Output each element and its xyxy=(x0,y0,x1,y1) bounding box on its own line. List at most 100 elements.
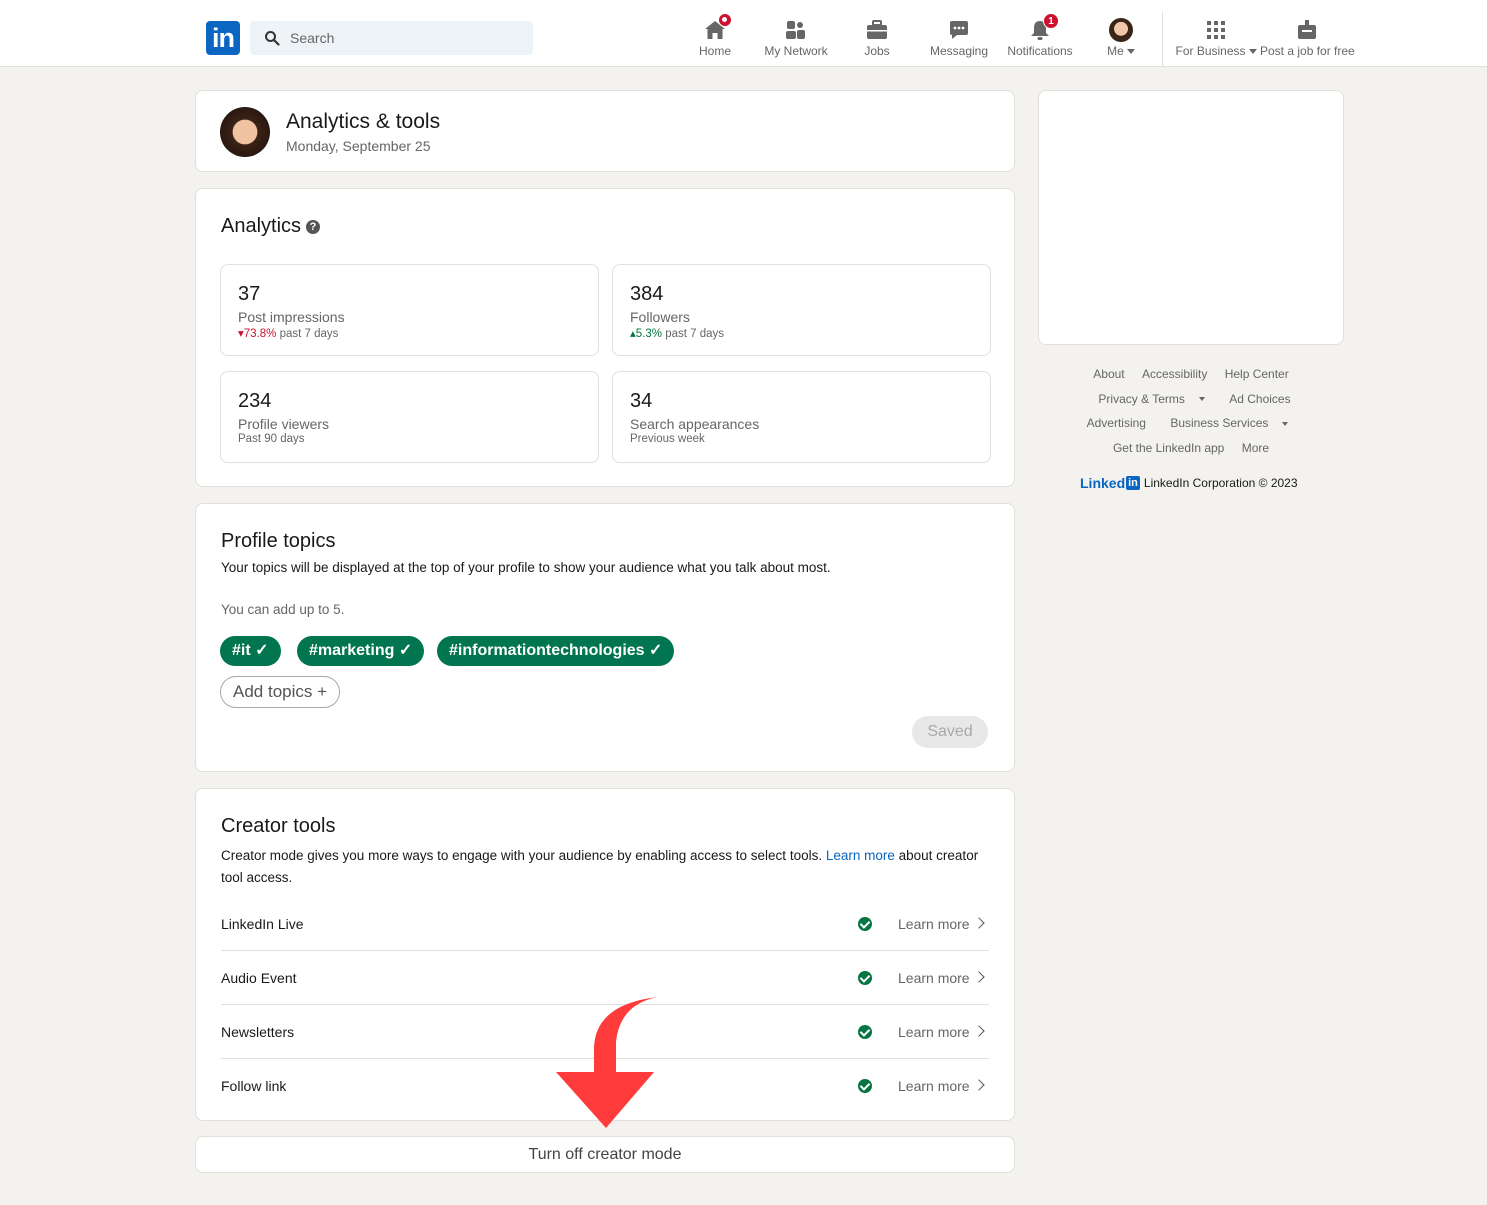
footer-row: Get the LinkedIn app More xyxy=(1038,436,1344,461)
footer-link-help-center[interactable]: Help Center xyxy=(1225,367,1289,381)
stat-trend: ▴5.3% past 7 days xyxy=(630,326,973,340)
tool-name: Newsletters xyxy=(221,1023,295,1040)
chevron-right-icon[interactable] xyxy=(973,916,985,929)
help-icon[interactable]: ? xyxy=(306,219,321,234)
network-icon xyxy=(784,18,808,42)
turn-off-creator-mode-button[interactable]: Turn off creator mode xyxy=(529,1146,682,1164)
stat-value: 34 xyxy=(630,390,653,412)
chevron-right-icon[interactable] xyxy=(973,970,985,983)
saved-button[interactable]: Saved xyxy=(912,716,988,748)
analytics-title: Analytics? xyxy=(221,215,321,238)
nav-my-network[interactable]: My Network xyxy=(756,14,836,62)
stat-period: Past 90 days xyxy=(238,433,305,445)
creator-title: Creator tools xyxy=(221,815,336,837)
learn-more-link[interactable]: Learn more xyxy=(898,970,970,986)
chevron-right-icon[interactable] xyxy=(973,1079,985,1091)
footer-row: About Accessibility Help Center xyxy=(1038,362,1344,387)
check-circle-icon xyxy=(858,1079,872,1093)
messaging-icon xyxy=(947,18,971,42)
footer-link-about[interactable]: About xyxy=(1093,367,1124,381)
nav-jobs[interactable]: Jobs xyxy=(837,14,917,62)
linkedin-logo[interactable]: in xyxy=(206,21,240,55)
grid-icon xyxy=(1204,18,1228,42)
footer-link-accessibility[interactable]: Accessibility xyxy=(1142,367,1207,381)
analytics-card: Analytics? 37 Post impressions ▾73.8% pa… xyxy=(195,188,1015,487)
nav-home[interactable]: Home xyxy=(675,13,755,62)
linkedin-wordmark: Linked in xyxy=(1080,475,1140,491)
avatar xyxy=(1109,18,1133,42)
nav-for-business[interactable]: For Business xyxy=(1173,14,1259,62)
nav-my-network-label: My Network xyxy=(764,44,828,58)
briefcase-icon xyxy=(865,18,889,42)
tool-name: Follow link xyxy=(221,1078,287,1094)
post-job-icon xyxy=(1295,18,1319,42)
topic-pill[interactable]: #informationtechnologies ✓ xyxy=(437,636,675,666)
notifications-badge: 1 xyxy=(1043,13,1059,29)
analytics-header-card: Analytics & tools Monday, September 25 xyxy=(195,90,1015,172)
nav-messaging-label: Messaging xyxy=(929,44,989,58)
search-input[interactable] xyxy=(290,30,520,46)
topics-limit: You can add up to 5. xyxy=(221,602,345,617)
learn-more-link[interactable]: Learn more xyxy=(898,1078,970,1094)
page-date: Monday, September 25 xyxy=(286,138,431,154)
nav-me[interactable]: Me xyxy=(1081,14,1161,62)
profile-topics-card: Profile topics Your topics will be displ… xyxy=(195,503,1015,772)
nav-divider xyxy=(1162,12,1163,66)
stat-followers[interactable]: 384 Followers ▴5.3% past 7 days xyxy=(612,264,991,356)
trend-value: 73.8% xyxy=(243,328,277,340)
trend-value: 5.3% xyxy=(635,328,662,340)
footer-row: Advertising Business Services xyxy=(1038,411,1344,436)
topics-title: Profile topics xyxy=(221,530,336,552)
nav-post-job[interactable]: Post a job for free xyxy=(1260,14,1355,62)
tool-row-linkedin-live[interactable]: LinkedIn Live Learn more xyxy=(221,897,989,951)
footer-brand: Linked in LinkedIn Corporation © 2023 xyxy=(1080,475,1298,491)
topic-pill[interactable]: #marketing ✓ xyxy=(297,636,425,666)
footer-link-advertising[interactable]: Advertising xyxy=(1087,416,1146,430)
stat-label: Search appearances xyxy=(630,416,760,432)
trend-period: past 7 days xyxy=(665,328,725,340)
plus-icon: + xyxy=(317,682,328,701)
topic-pill[interactable]: #it ✓ xyxy=(220,636,281,666)
learn-more-link[interactable]: Learn more xyxy=(826,848,895,863)
check-icon: ✓ xyxy=(398,642,413,659)
stat-label: Profile viewers xyxy=(238,416,330,432)
footer-link-get-app[interactable]: Get the LinkedIn app xyxy=(1113,441,1224,455)
chevron-right-icon[interactable] xyxy=(973,1024,985,1037)
chevron-down-icon xyxy=(1248,49,1257,55)
search-bar[interactable] xyxy=(250,21,533,55)
search-icon xyxy=(265,31,280,46)
check-circle-icon xyxy=(858,916,872,931)
stat-profile-viewers[interactable]: 234 Profile viewers Past 90 days xyxy=(220,371,599,463)
nav-home-label: Home xyxy=(698,44,731,58)
check-circle-icon xyxy=(858,1024,872,1039)
nav-notifications-label: Notifications xyxy=(1007,44,1073,58)
footer-link-ad-choices[interactable]: Ad Choices xyxy=(1229,392,1290,406)
stat-value: 37 xyxy=(238,283,261,305)
nav-messaging[interactable]: Messaging xyxy=(919,14,999,62)
check-icon: ✓ xyxy=(649,642,663,659)
footer-links: About Accessibility Help Center Privacy … xyxy=(1038,362,1344,460)
stat-period: Previous week xyxy=(630,433,705,445)
learn-more-link[interactable]: Learn more xyxy=(898,1024,970,1040)
creator-description: Creator mode gives you more ways to enga… xyxy=(221,848,979,885)
learn-more-link[interactable]: Learn more xyxy=(898,916,970,932)
stat-label: Followers xyxy=(630,309,690,325)
footer-row: Privacy & Terms Ad Choices xyxy=(1038,387,1344,412)
nav-notifications[interactable]: 1 Notifications xyxy=(1000,13,1080,62)
check-icon: ✓ xyxy=(255,642,269,659)
footer-link-privacy-terms[interactable]: Privacy & Terms xyxy=(1091,392,1211,406)
chevron-down-icon xyxy=(1282,421,1289,426)
check-circle-icon xyxy=(858,970,872,985)
stat-post-impressions[interactable]: 37 Post impressions ▾73.8% past 7 days xyxy=(220,264,599,356)
chevron-down-icon xyxy=(1198,397,1205,402)
stat-search-appearances[interactable]: 34 Search appearances Previous week xyxy=(612,371,991,463)
stat-label: Post impressions xyxy=(238,309,345,325)
stat-value: 234 xyxy=(238,390,272,412)
footer-link-business-services[interactable]: Business Services xyxy=(1163,416,1295,430)
add-topics-button[interactable]: Add topics + xyxy=(220,676,341,708)
topics-description: Your topics will be displayed at the top… xyxy=(221,560,831,575)
nav-me-label: Me xyxy=(1081,44,1161,58)
footer-link-more[interactable]: More xyxy=(1242,441,1269,455)
stat-trend: ▾73.8% past 7 days xyxy=(238,326,581,340)
avatar[interactable] xyxy=(220,107,270,157)
